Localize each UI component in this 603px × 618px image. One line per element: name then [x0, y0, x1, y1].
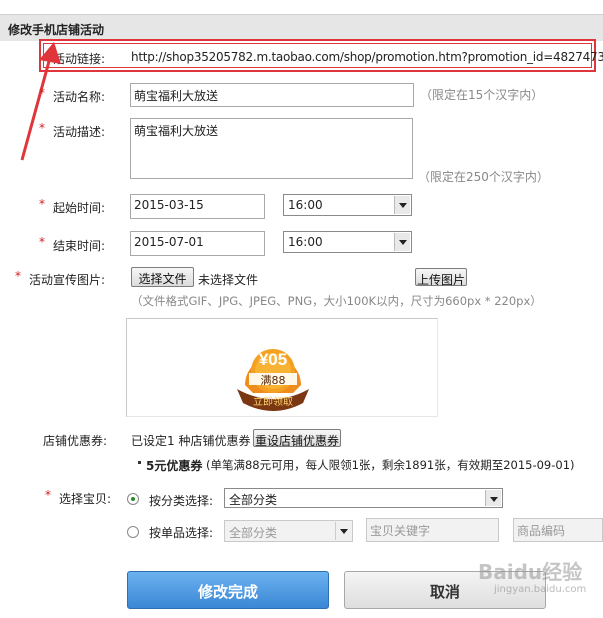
image-preview: ¥05 满88 立即领取: [126, 318, 438, 417]
start-label: 起始时间:: [53, 201, 106, 215]
chevron-down-icon: [485, 490, 501, 506]
end-date-input[interactable]: 2015-07-01: [130, 231, 265, 256]
required-mark: *: [39, 197, 45, 211]
item-category-select[interactable]: 全部分类: [224, 520, 353, 542]
end-time-value: 16:00: [288, 235, 323, 249]
bullet-dot: [138, 461, 141, 464]
coupon-badge-image: ¥05 满88 立即领取: [237, 349, 309, 411]
by-item-radio[interactable]: [127, 526, 139, 538]
item-category-value: 全部分类: [229, 526, 278, 540]
coupon-status: 已设定1 种店铺优惠券: [131, 434, 251, 448]
coupon-label: 店铺优惠券:: [43, 434, 108, 448]
activity-link-url[interactable]: http://shop35205782.m.taobao.com/shop/pr…: [131, 50, 603, 64]
desc-label: 活动描述:: [53, 125, 106, 139]
coupon-item-detail: (单笔满88元可用，每人限领1张，剩余1891张，有效期至2015-09-01): [206, 458, 575, 472]
badge-amount: ¥05: [259, 350, 287, 369]
by-item-label: 按单品选择:: [149, 526, 214, 540]
activity-desc-textarea[interactable]: 萌宝福利大放送: [130, 118, 413, 179]
desc-hint: （限定在250个汉字内）: [418, 170, 549, 184]
item-code-input[interactable]: 商品编码: [513, 518, 603, 542]
name-label: 活动名称:: [53, 90, 106, 104]
choose-file-button[interactable]: 选择文件: [131, 267, 194, 287]
end-label: 结束时间:: [53, 239, 106, 253]
watermark-url: jingyan.baidu.com: [494, 584, 587, 595]
submit-button[interactable]: 修改完成: [127, 571, 329, 609]
start-date-input[interactable]: 2015-03-15: [130, 194, 265, 219]
goods-label: 选择宝贝:: [59, 492, 112, 506]
chevron-down-icon: [394, 196, 410, 214]
coupon-item-title: 5元优惠券: [146, 459, 203, 473]
upload-image-button[interactable]: 上传图片: [415, 268, 467, 287]
activity-name-input[interactable]: 萌宝福利大放送: [130, 83, 414, 107]
category-select[interactable]: 全部分类: [224, 488, 503, 508]
required-mark: *: [39, 86, 45, 100]
watermark-logo: Baidu经验: [478, 560, 583, 584]
no-file-text: 未选择文件: [198, 273, 259, 287]
section-header: 修改手机店铺活动: [0, 14, 603, 41]
image-label: 活动宣传图片:: [29, 273, 106, 287]
required-mark: *: [15, 269, 21, 283]
by-category-radio[interactable]: [127, 493, 139, 505]
chevron-down-icon: [335, 522, 351, 540]
required-mark: *: [39, 121, 45, 135]
required-mark: *: [39, 235, 45, 249]
required-mark: *: [45, 488, 51, 502]
keyword-input[interactable]: 宝贝关键字: [366, 518, 499, 542]
page-title: 修改手机店铺活动: [8, 23, 105, 37]
reset-coupon-button[interactable]: 重设店铺优惠券: [253, 429, 341, 448]
name-hint: （限定在15个汉字内）: [420, 88, 544, 102]
category-select-value: 全部分类: [229, 493, 278, 507]
start-time-value: 16:00: [288, 198, 323, 212]
start-time-select[interactable]: 16:00: [283, 194, 412, 216]
badge-ribbon-text: 立即领取: [253, 395, 293, 408]
by-category-label: 按分类选择:: [149, 494, 214, 508]
end-time-select[interactable]: 16:00: [283, 231, 412, 253]
image-hint: （文件格式GIF、JPG、JPEG、PNG，大小100K以内，尺寸为660px …: [131, 294, 542, 308]
badge-condition: 满88: [261, 374, 286, 387]
chevron-down-icon: [394, 233, 410, 251]
